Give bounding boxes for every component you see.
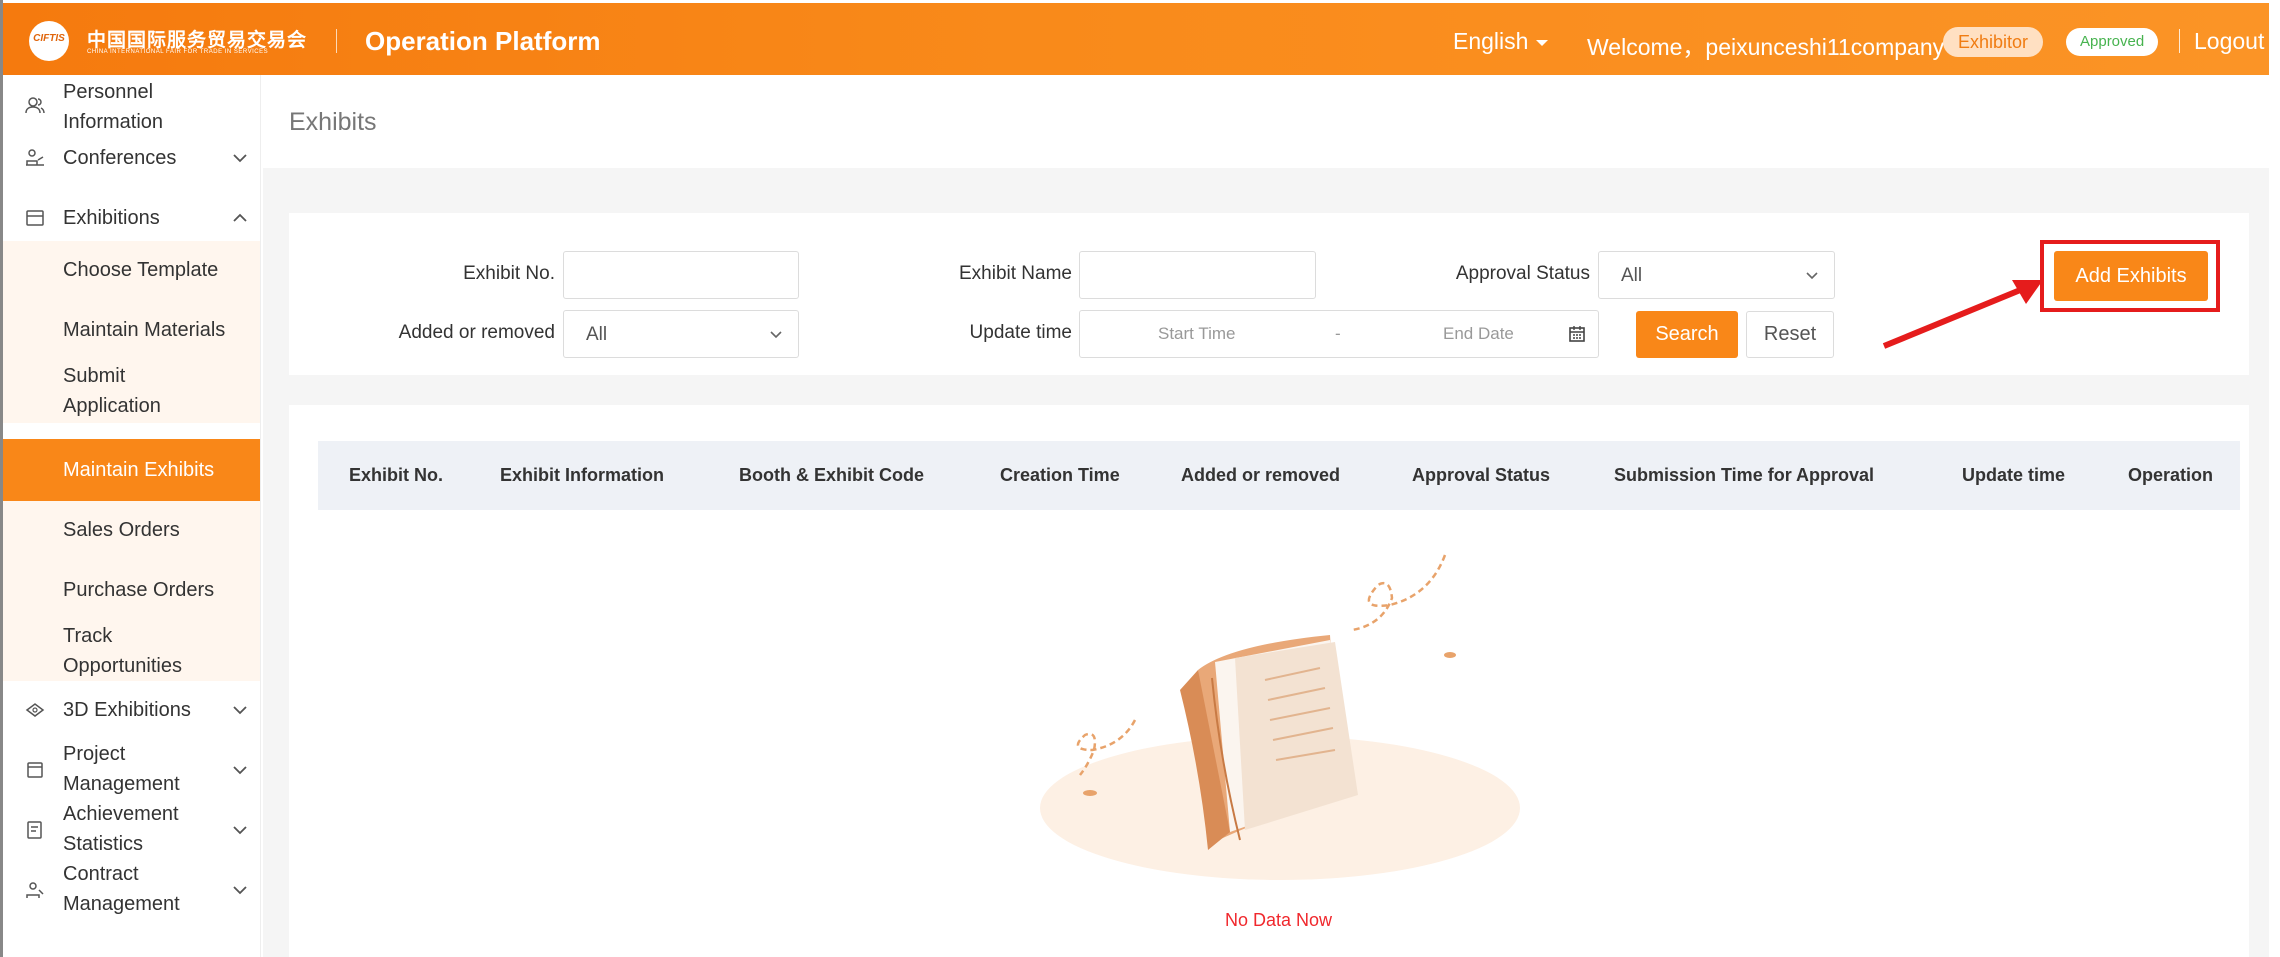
subitem-label: Sales Orders [63, 519, 180, 541]
logout-link[interactable]: Logout [2194, 28, 2264, 55]
sidebar-item-label: Management [63, 773, 180, 795]
sidebar-item-label: Statistics [63, 833, 144, 855]
column-header[interactable]: Creation Time [1000, 465, 1120, 486]
end-date-placeholder[interactable]: End Date [1443, 324, 1514, 344]
column-header[interactable]: Added or removed [1181, 465, 1340, 486]
empty-folder-illustration [1040, 554, 1520, 880]
start-time-placeholder[interactable]: Start Time [1158, 324, 1235, 344]
page-title: Exhibits [289, 108, 377, 136]
sidebar-item-exhibitions[interactable]: Exhibitions [3, 195, 260, 241]
caret-down-icon [1536, 39, 1549, 46]
subitem-label: Purchase Orders [63, 579, 215, 601]
welcome-text: Welcome，peixunceshi11company [1587, 34, 1945, 60]
subitem-label: Opportunities [63, 655, 182, 677]
sidebar-item-personnel-information[interactable]: Personnel Information [3, 75, 260, 135]
sidebar-item-label: Project [63, 743, 126, 765]
column-header[interactable]: Approval Status [1412, 465, 1550, 486]
update-time-label: Update time [969, 322, 1072, 343]
language-dropdown[interactable]: English [1453, 28, 1549, 55]
chevron-down-icon [233, 886, 247, 895]
exhibit-name-label: Exhibit Name [959, 263, 1072, 284]
sidebar-item-project-management[interactable]: Project Management [3, 739, 260, 801]
logo-text: 中国国际服务贸易交易会 [87, 30, 308, 51]
empty-state-text: No Data Now [1225, 910, 1333, 930]
sidebar-item-3d-exhibitions[interactable]: 3D Exhibitions [3, 687, 260, 733]
sidebar-item-label: Management [63, 893, 180, 915]
sidebar-subitem-maintain-exhibits[interactable]: Maintain Exhibits [3, 439, 260, 501]
column-header[interactable]: Exhibit Information [500, 465, 664, 486]
search-button[interactable]: Search [1636, 311, 1738, 358]
chevron-down-icon [233, 154, 247, 163]
statistics-icon [27, 821, 42, 839]
select-value: All [1621, 265, 1643, 286]
table-header: Exhibit No. Exhibit Information Booth & … [318, 441, 2240, 510]
exhibit-no-label: Exhibit No. [463, 263, 555, 284]
chevron-down-icon [1806, 272, 1818, 280]
sidebar-subitem-purchase-orders[interactable]: Purchase Orders [3, 561, 260, 621]
exhibit-name-input[interactable] [1079, 251, 1316, 299]
column-header[interactable]: Booth & Exhibit Code [739, 465, 924, 486]
sidebar-item-label: Personnel [63, 81, 154, 103]
sidebar-item-label: Contract [63, 863, 139, 885]
range-separator: - [1335, 324, 1341, 343]
sidebar-item-contract-management[interactable]: Contract Management [3, 859, 260, 921]
top-header: CIFTIS 中国国际服务贸易交易会 CHINA INTERNATIONAL F… [3, 3, 2269, 75]
added-removed-label: Added or removed [398, 322, 555, 343]
ciftis-logo[interactable]: CIFTIS [29, 21, 69, 61]
sidebar-item-label: Exhibitions [63, 207, 160, 229]
update-time-range[interactable]: Start Time - End Date [1079, 310, 1599, 358]
column-header[interactable]: Exhibit No. [349, 465, 443, 486]
sidebar-item-achievement-statistics[interactable]: Achievement Statistics [3, 799, 260, 861]
sidebar-subitem-choose-template[interactable]: Choose Template [3, 241, 260, 301]
sidebar-item-label: 3D Exhibitions [63, 699, 191, 721]
header-divider [336, 29, 337, 53]
subitem-label: Application [63, 395, 161, 417]
people-icon [25, 97, 45, 114]
sidebar-item-label: Information [63, 111, 164, 133]
platform-title: Operation Platform [365, 26, 601, 56]
chevron-up-icon [233, 213, 247, 222]
sidebar-subitem-track-opportunities[interactable]: Track Opportunities [3, 621, 260, 681]
chevron-down-icon [233, 766, 247, 775]
sidebar-subitem-maintain-materials[interactable]: Maintain Materials [3, 301, 260, 361]
add-exhibits-button[interactable]: Add Exhibits [2054, 251, 2208, 301]
subitem-label: Submit [63, 365, 126, 387]
conference-icon [26, 149, 44, 166]
column-header[interactable]: Update time [1962, 465, 2065, 486]
sidebar-item-label: Achievement [63, 803, 179, 825]
sidebar-subitem-sales-orders[interactable]: Sales Orders [3, 501, 260, 561]
contract-icon [26, 882, 44, 898]
subitem-label: Track [63, 625, 113, 647]
sidebar-subitem-submit-application[interactable]: Submit Application [3, 361, 260, 423]
header-divider-2 [2179, 29, 2180, 53]
logo-subtext: CHINA INTERNATIONAL FAIR FOR TRADE IN SE… [87, 49, 269, 55]
approval-status-select[interactable]: All [1598, 251, 1835, 299]
chevron-down-icon [233, 706, 247, 715]
column-header[interactable]: Submission Time for Approval [1614, 465, 1874, 486]
sidebar: Personnel Information Conferences Exhibi… [3, 75, 261, 957]
select-value: All [586, 324, 608, 345]
reset-button[interactable]: Reset [1746, 311, 1834, 358]
exhibit-no-input[interactable] [563, 251, 799, 299]
chevron-down-icon [770, 331, 782, 339]
chevron-down-icon [233, 826, 247, 835]
subitem-label: Choose Template [63, 259, 219, 281]
annotation-arrow [1882, 280, 2043, 349]
sidebar-item-conferences[interactable]: Conferences [3, 135, 260, 181]
subitem-label: Maintain Exhibits [63, 459, 215, 481]
status-badge: Approved [2066, 28, 2159, 56]
3d-icon [25, 703, 45, 717]
calendar-icon[interactable] [1568, 325, 1586, 343]
column-header[interactable]: Operation [2128, 465, 2213, 486]
approval-status-label: Approval Status [1455, 263, 1590, 284]
store-icon [26, 210, 44, 226]
project-icon [27, 762, 43, 778]
sidebar-item-label: Conferences [63, 147, 177, 169]
added-removed-select[interactable]: All [563, 310, 799, 358]
subitem-label: Maintain Materials [63, 319, 226, 341]
role-badge: Exhibitor [1943, 27, 2044, 57]
